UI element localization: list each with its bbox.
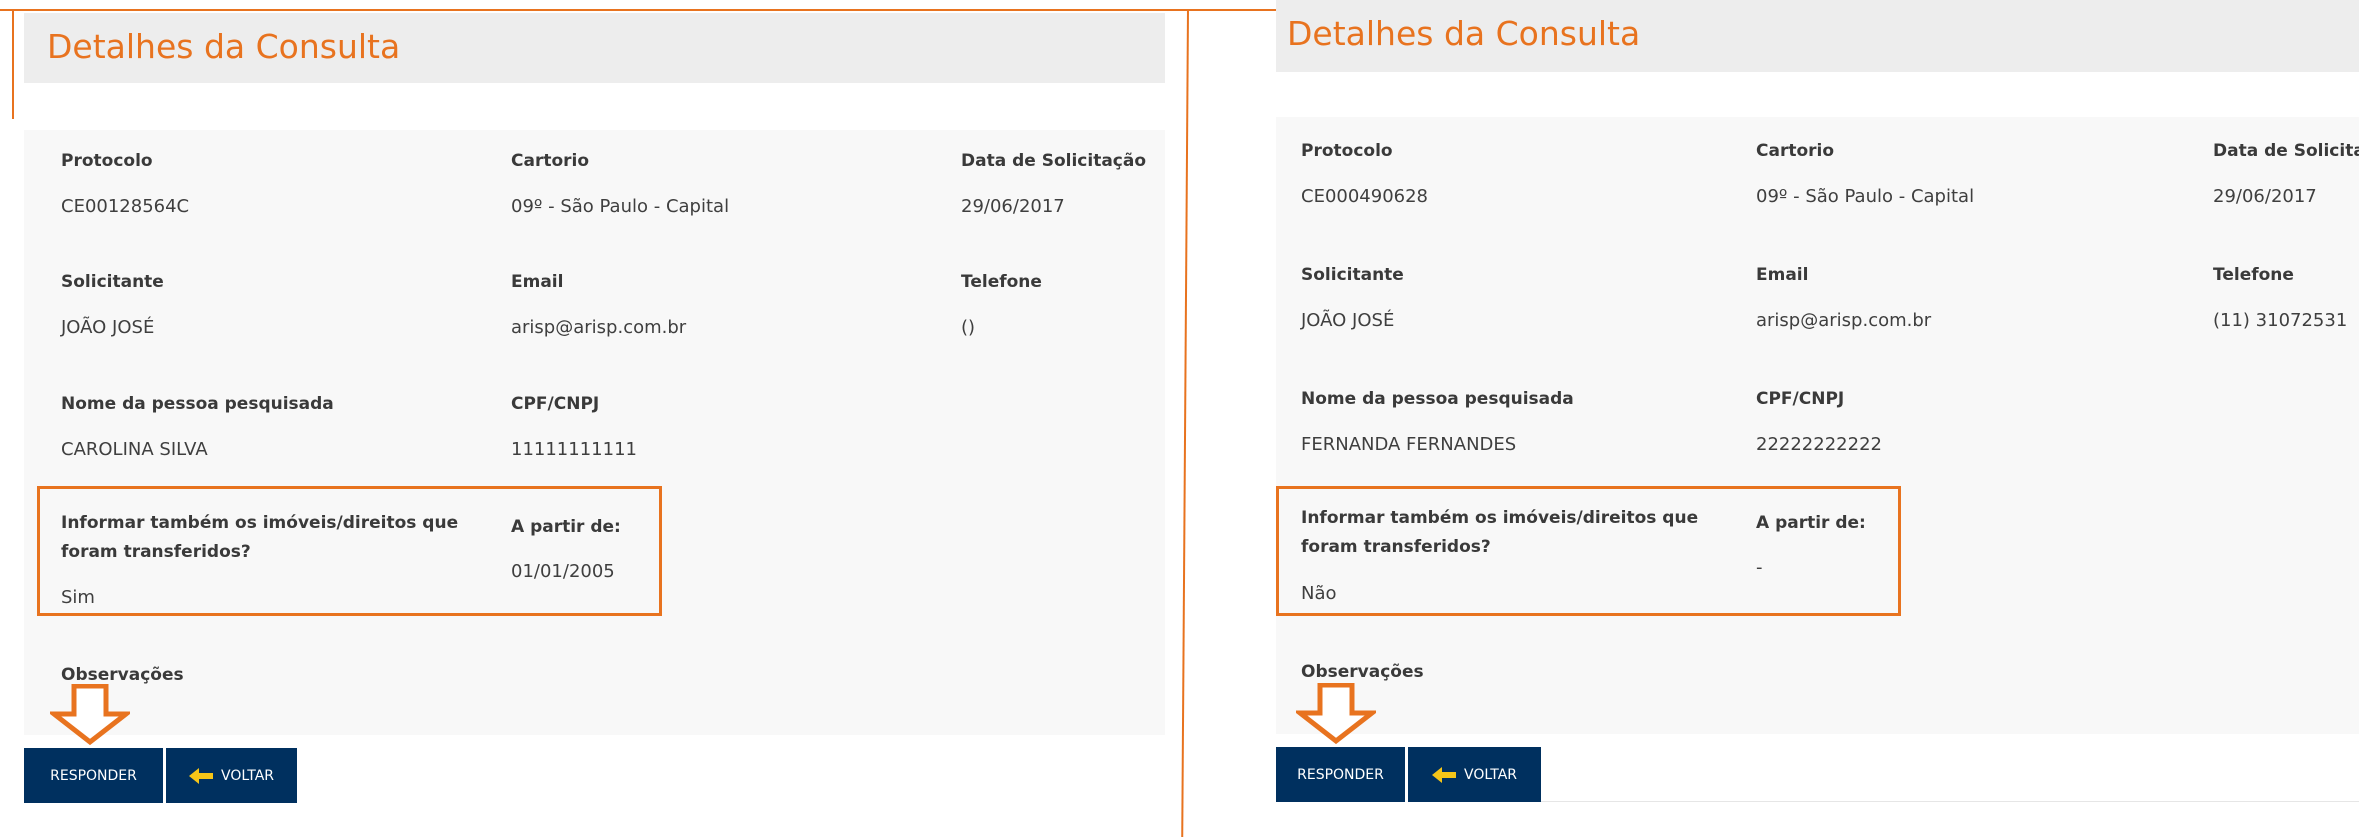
down-arrow-indicator-icon (50, 684, 130, 746)
observacoes-label: Observações (61, 665, 184, 685)
solicitante-value: JOÃO JOSÉ (61, 317, 155, 338)
data-solicitacao-value: 29/06/2017 (2213, 186, 2317, 207)
down-arrow-indicator-icon (1296, 683, 1376, 745)
cpf-cnpj-value: 22222222222 (1756, 434, 1882, 455)
email-value: arisp@arisp.com.br (1756, 310, 1932, 331)
telefone-label: Telefone (961, 272, 1042, 292)
nome-pesquisada-value: CAROLINA SILVA (61, 439, 208, 460)
responder-button-label: RESPONDER (50, 767, 137, 784)
page-title: Detalhes da Consulta (47, 27, 401, 66)
voltar-button[interactable]: VOLTAR (166, 748, 297, 803)
cartorio-label: Cartorio (1756, 141, 1835, 161)
solicitante-label: Solicitante (61, 272, 164, 292)
cpf-cnpj-label: CPF/CNPJ (1756, 389, 1845, 409)
nome-pesquisada-label: Nome da pessoa pesquisada (1301, 389, 1574, 409)
informar-transferidos-value: Não (1301, 583, 1337, 604)
observacoes-label: Observações (1301, 662, 1424, 682)
cpf-cnpj-value: 11111111111 (511, 439, 637, 460)
protocolo-label: Protocolo (61, 151, 153, 171)
a-partir-de-value: 01/01/2005 (511, 561, 615, 582)
protocolo-label: Protocolo (1301, 141, 1393, 161)
a-partir-de-value: - (1756, 557, 1763, 578)
solicitante-label: Solicitante (1301, 265, 1404, 285)
data-solicitacao-value: 29/06/2017 (961, 196, 1065, 217)
a-partir-de-label: A partir de: (511, 517, 621, 537)
responder-button[interactable]: RESPONDER (24, 748, 163, 803)
data-solicitacao-label: Data de Solicitação (2213, 141, 2359, 161)
cpf-cnpj-label: CPF/CNPJ (511, 394, 600, 414)
cartorio-value: 09º - São Paulo - Capital (511, 196, 730, 217)
telefone-value: (11) 31072531 (2213, 310, 2348, 331)
responder-button-label: RESPONDER (1297, 766, 1384, 783)
email-label: Email (1756, 265, 1809, 285)
back-arrow-icon (1432, 766, 1456, 783)
solicitante-value: JOÃO JOSÉ (1301, 310, 1395, 331)
email-label: Email (511, 272, 564, 292)
details-section (24, 130, 1165, 735)
telefone-label: Telefone (2213, 265, 2294, 285)
a-partir-de-label: A partir de: (1756, 513, 1866, 533)
back-arrow-icon (189, 767, 213, 784)
email-value: arisp@arisp.com.br (511, 317, 687, 338)
voltar-button-label: VOLTAR (221, 767, 274, 784)
responder-button[interactable]: RESPONDER (1276, 747, 1405, 802)
cartorio-value: 09º - São Paulo - Capital (1756, 186, 1975, 207)
page-title: Detalhes da Consulta (1287, 14, 1641, 53)
nome-pesquisada-label: Nome da pessoa pesquisada (61, 394, 334, 414)
voltar-button-label: VOLTAR (1464, 766, 1517, 783)
protocolo-value: CE000490628 (1301, 186, 1429, 207)
data-solicitacao-label: Data de Solicitação (961, 151, 1147, 171)
consulta-panel-right: Detalhes da Consulta Protocolo CE0004906… (1190, 0, 2359, 837)
informar-transferidos-label: Informar também os imóveis/direitos que … (1301, 508, 1699, 557)
nome-pesquisada-value: FERNANDA FERNANDES (1301, 434, 1517, 455)
informar-transferidos-label: Informar também os imóveis/direitos que … (61, 513, 459, 562)
consulta-panel-left: Detalhes da Consulta Protocolo CE0012856… (0, 0, 1190, 837)
voltar-button[interactable]: VOLTAR (1408, 747, 1541, 802)
cartorio-label: Cartorio (511, 151, 590, 171)
details-section (1276, 117, 2359, 734)
protocolo-value: CE00128564C (61, 196, 190, 217)
informar-transferidos-value: Sim (61, 587, 95, 608)
telefone-value: () (961, 317, 976, 338)
bottom-divider (1541, 801, 2359, 802)
